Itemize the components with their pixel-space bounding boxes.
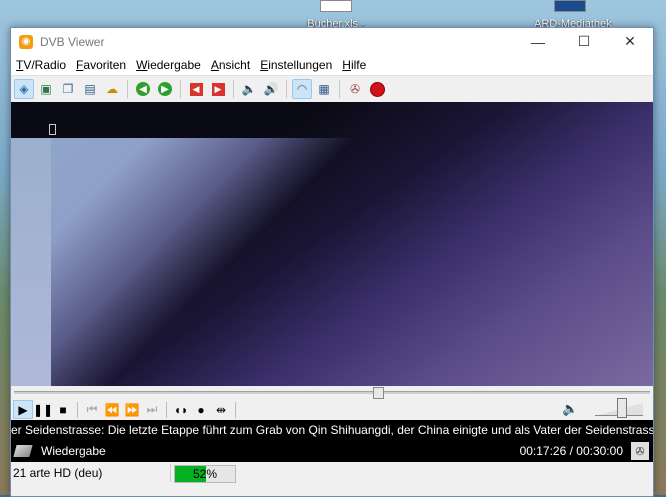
video-area[interactable] (11, 102, 653, 386)
toolbar-separator (127, 80, 128, 98)
menu-label: iedergabe (147, 58, 201, 72)
headphones-icon[interactable]: ◠ (292, 79, 312, 99)
speaker-icon[interactable]: 🔈 (562, 401, 578, 417)
toolbar-separator (180, 80, 181, 98)
shortcut-icon (554, 0, 586, 12)
timeshift-icon[interactable]: ◖◗ (171, 400, 191, 419)
teletext-icon[interactable]: ▤ (80, 79, 100, 99)
status-mode: Wiedergabe (41, 444, 106, 458)
jump-icon[interactable]: ⇹ (211, 400, 231, 419)
controls-separator (166, 401, 167, 418)
menu-bar: TV/Radio Favoriten Wiedergabe Ansicht Ei… (11, 55, 653, 76)
stop-icon[interactable]: ■ (53, 400, 73, 419)
next-channel-icon[interactable]: ▶ (208, 79, 228, 99)
screenshot-icon[interactable]: ▣ (36, 79, 56, 99)
toolbar-separator (233, 80, 234, 98)
rewind-icon[interactable]: ⏪ (102, 400, 122, 419)
menu-label: avoriten (83, 58, 127, 72)
status-mode-icon (13, 445, 33, 457)
back-icon[interactable]: ◀ (133, 79, 153, 99)
toolbar-separator (339, 80, 340, 98)
news-ticker: er Seidenstrasse: Die letzte Etappe führ… (11, 420, 653, 440)
volume-up-icon[interactable]: 🔊 (261, 79, 281, 99)
desktop-icon-books[interactable]: Bücher.xls - (300, 0, 372, 30)
maximize-button[interactable]: ☐ (561, 28, 607, 55)
record-icon[interactable] (367, 79, 387, 99)
menu-label: instellungen (268, 58, 333, 72)
volume-down-icon[interactable]: 🔈 (239, 79, 259, 99)
ticker-text: er Seidenstrasse: Die letzte Etappe führ… (11, 423, 653, 437)
desktop-icon-mediathek[interactable]: ARD-Mediathek (534, 0, 612, 30)
menu-hilfe[interactable]: Hilfe (337, 58, 371, 72)
seek-thumb[interactable] (373, 387, 385, 399)
toolbar-separator (286, 80, 287, 98)
compass-icon[interactable]: ◈ (14, 79, 34, 99)
seek-bar[interactable] (11, 386, 653, 399)
controls-separator (235, 401, 236, 418)
menu-accel: H (342, 58, 351, 72)
pause-icon[interactable]: ❚❚ (33, 400, 53, 419)
video-highlight (11, 138, 391, 386)
epg-icon[interactable]: ☁ (102, 79, 122, 99)
close-button[interactable]: ✕ (607, 28, 653, 55)
skip-end-icon[interactable]: ⏭ (142, 400, 162, 419)
fast-forward-icon[interactable]: ⏩ (122, 400, 142, 419)
picture-icon[interactable]: ▦ (314, 79, 334, 99)
signal-meter: 52% (174, 465, 236, 483)
window-icon[interactable]: ❐ (58, 79, 78, 99)
dvb-viewer-window: ◉ DVB Viewer — ☐ ✕ TV/Radio Favoriten Wi… (10, 27, 654, 497)
window-title: DVB Viewer (40, 34, 105, 49)
forward-icon[interactable]: ▶ (155, 79, 175, 99)
volume-thumb[interactable] (617, 398, 627, 418)
menu-ansicht[interactable]: Ansicht (206, 58, 255, 72)
menu-favoriten[interactable]: Favoriten (71, 58, 131, 72)
menu-tv-radio[interactable]: TV/Radio (11, 58, 71, 72)
settings-icon[interactable]: ✇ (345, 79, 365, 99)
controls-separator (77, 401, 78, 418)
seek-track[interactable] (14, 391, 650, 394)
menu-wiedergabe[interactable]: Wiedergabe (131, 58, 206, 72)
bottom-separator (170, 464, 171, 482)
minimize-button[interactable]: — (515, 28, 561, 55)
menu-label: ilfe (350, 58, 367, 72)
pin-icon[interactable]: ✇ (631, 442, 649, 460)
playback-controls: ▶ ❚❚ ■ ⏮ ⏪ ⏩ ⏭ ◖◗ ● ⇹ 🔈 (11, 398, 653, 420)
menu-accel: E (260, 58, 269, 72)
menu-einstellungen[interactable]: Einstellungen (255, 58, 337, 72)
video-highlight-edge (11, 138, 51, 386)
rss-app-icon: ◉ (19, 34, 33, 49)
title-bar[interactable]: ◉ DVB Viewer — ☐ ✕ (11, 28, 653, 55)
cursor-icon (49, 124, 56, 135)
file-icon (320, 0, 352, 12)
toolbar: ◈ ▣ ❐ ▤ ☁ ◀ ▶ ◀ ▶ 🔈 🔊 ◠ ▦ ✇ (11, 76, 653, 103)
prev-channel-icon[interactable]: ◀ (186, 79, 206, 99)
menu-accel: A (210, 58, 219, 72)
menu-accel: W (136, 58, 148, 72)
playback-time: 00:17:26 / 00:30:00 (519, 444, 623, 458)
skip-start-icon[interactable]: ⏮ (82, 400, 102, 419)
channel-name: 21 arte HD (deu) (13, 466, 103, 480)
bottom-bar: 21 arte HD (deu) 52% (11, 462, 653, 496)
menu-label: nsicht (218, 58, 251, 72)
record-dot-icon[interactable]: ● (191, 400, 211, 419)
play-icon[interactable]: ▶ (13, 400, 33, 419)
status-bar: Wiedergabe 00:17:26 / 00:30:00 ✇ (11, 440, 653, 462)
signal-label: 52% (192, 467, 218, 481)
menu-label: V/Radio (23, 58, 67, 72)
